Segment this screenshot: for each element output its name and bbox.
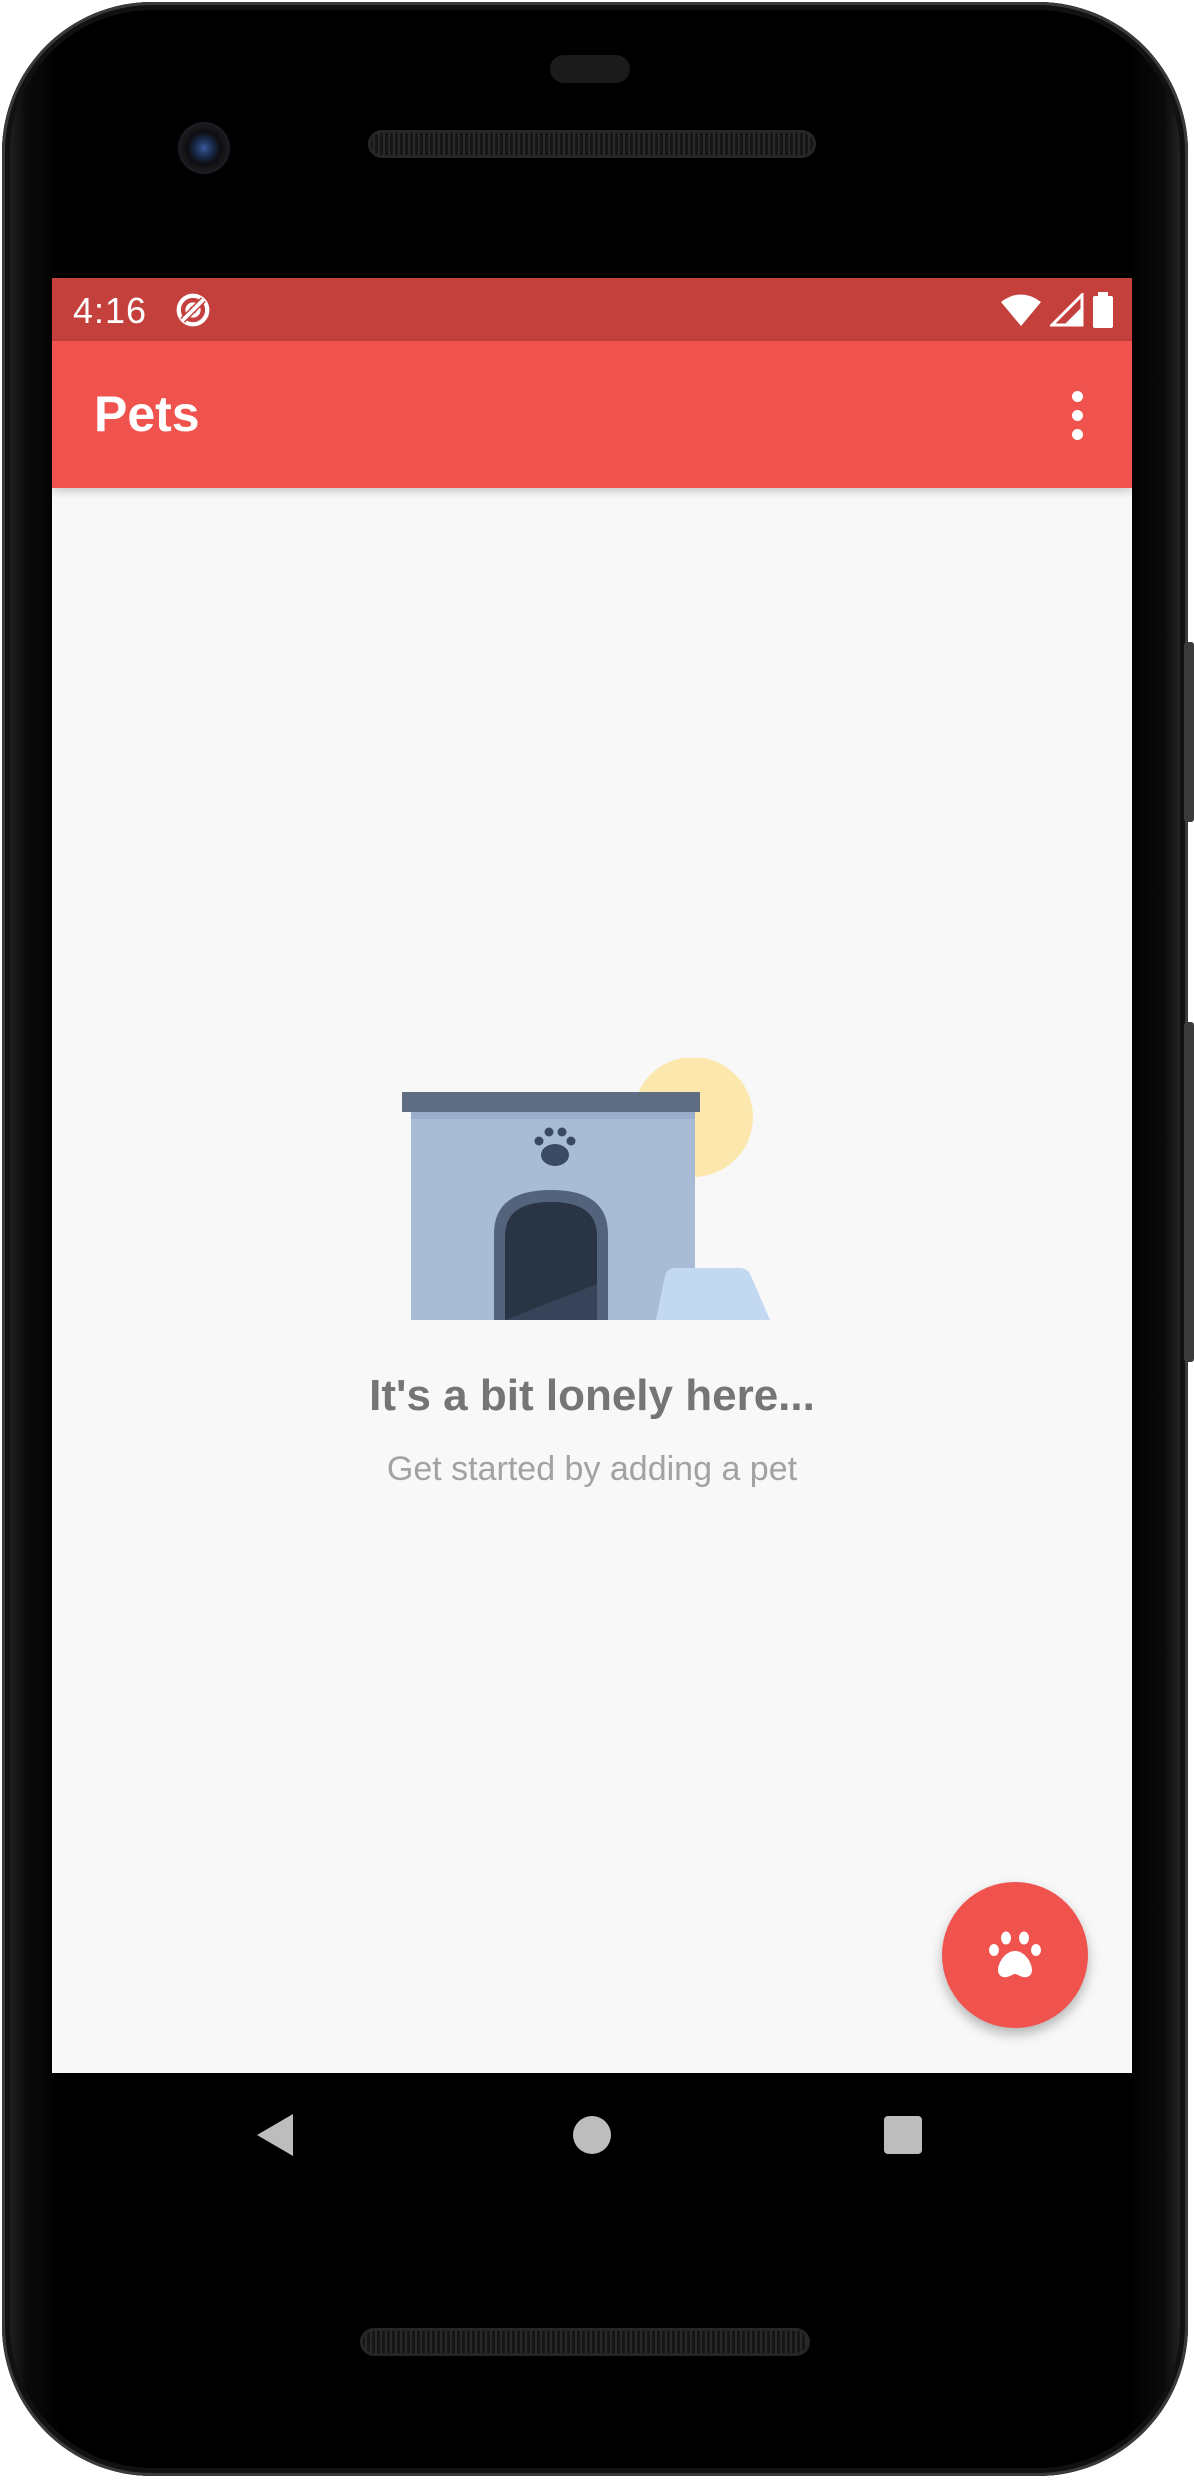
empty-subtitle: Get started by adding a pet: [386, 1450, 798, 1488]
overflow-dot: [1071, 409, 1083, 421]
app-title: Pets: [94, 386, 200, 442]
home-button[interactable]: [552, 2095, 632, 2175]
more-vert-icon[interactable]: [1052, 385, 1102, 445]
food-bowl: [656, 1268, 770, 1320]
recents-icon: [884, 2116, 922, 2154]
add-pet-button[interactable]: [942, 1882, 1088, 2028]
navigation-bar: [52, 2073, 1132, 2203]
status-bar: 4:16: [52, 278, 1132, 341]
status-icons: [1000, 290, 1114, 330]
overflow-dot: [1071, 390, 1083, 402]
signal-icon: [1050, 293, 1084, 327]
front-camera: [178, 122, 230, 174]
earpiece-speaker: [368, 130, 816, 158]
volume-button: [1184, 1022, 1194, 1362]
home-icon: [573, 2116, 611, 2154]
app-bar: Pets: [52, 341, 1132, 488]
back-button[interactable]: [235, 2095, 315, 2175]
paw-icon: [989, 1931, 1041, 1978]
house-roof: [402, 1092, 700, 1112]
battery-icon: [1093, 292, 1113, 328]
power-button: [1184, 642, 1194, 822]
data-saver-icon: [176, 293, 210, 327]
recents-button[interactable]: [863, 2095, 943, 2175]
screen: 4:16 Pets It's a bit lonely here... Get …: [52, 278, 1132, 2073]
pet-list-empty: It's a bit lonely here... Get started by…: [52, 488, 1132, 2073]
dog-house-illustration: [402, 1058, 770, 1320]
back-icon: [257, 2114, 293, 2156]
wifi-icon: [1001, 294, 1041, 326]
status-time: 4:16: [73, 290, 148, 331]
bottom-speaker: [360, 2328, 810, 2356]
sensor-slot: [550, 55, 630, 83]
empty-title: It's a bit lonely here...: [369, 1371, 815, 1420]
overflow-dot: [1071, 428, 1083, 440]
